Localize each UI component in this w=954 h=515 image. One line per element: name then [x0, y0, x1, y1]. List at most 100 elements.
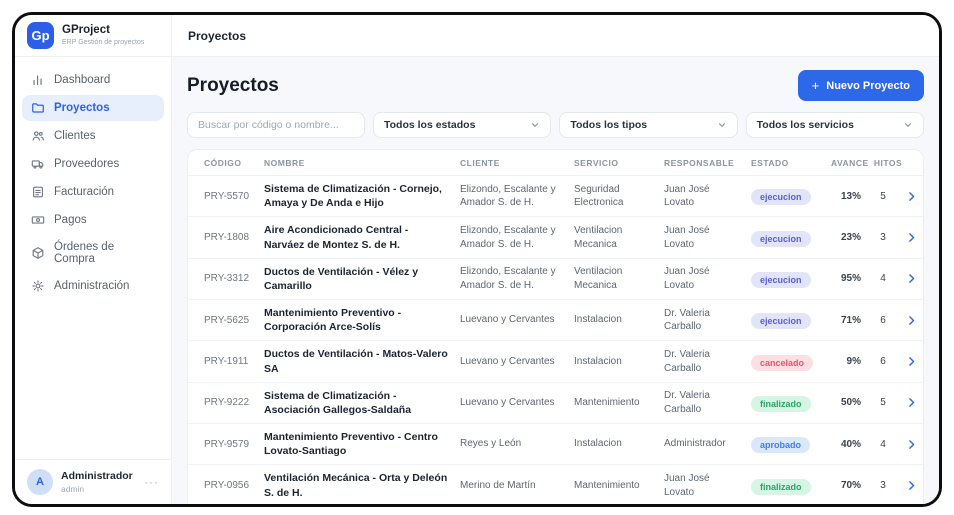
row-chevron-right-icon[interactable]: [905, 272, 922, 285]
project-milestones: 6: [880, 314, 886, 326]
column-header-responsable: RESPONSABLE: [664, 157, 735, 168]
sidebar-item-ordenes-de-compra[interactable]: Órdenes de Compra: [22, 235, 164, 271]
project-name: Ventilación Mecánica - Orta y Deleón S. …: [264, 472, 448, 499]
topbar-title: Proyectos: [188, 28, 247, 43]
row-chevron-right-icon[interactable]: [905, 396, 922, 409]
project-client: Elizondo, Escalante y Amador S. de H.: [460, 183, 556, 209]
project-client: Reyes y León: [460, 438, 522, 450]
sidebar-item-clientes[interactable]: Clientes: [22, 123, 164, 149]
column-header-servicio: SERVICIO: [574, 157, 619, 168]
user-menu-button[interactable]: ···: [144, 475, 159, 489]
sidebar-item-label: Dashboard: [54, 74, 111, 86]
project-code: PRY-0956: [204, 480, 250, 492]
project-service: Instalacion: [574, 314, 622, 326]
project-code: PRY-9222: [204, 397, 250, 409]
project-name: Mantenimiento Preventivo - Centro Lovato…: [264, 431, 438, 458]
brand: Gp GProject ERP Gestión de proyectos: [15, 15, 171, 57]
row-chevron-right-icon[interactable]: [905, 231, 922, 244]
gear-icon: [31, 279, 45, 293]
project-service: Ventilacion Mecanica: [574, 266, 623, 291]
column-header-codigo: CÓDIGO: [204, 157, 242, 168]
project-code: PRY-5625: [204, 314, 250, 326]
project-milestones: 6: [880, 356, 886, 368]
filter-bar: Todos los estados Todos los tipos Todos …: [187, 112, 924, 138]
service-filter-select[interactable]: Todos los servicios: [745, 112, 924, 138]
plus-icon: +: [811, 78, 820, 93]
table-row[interactable]: PRY-1808 Aire Acondicionado Central - Na…: [188, 217, 923, 259]
project-milestones: 3: [880, 480, 886, 492]
column-header-nombre: NOMBRE: [264, 157, 305, 168]
project-progress: 95%: [840, 273, 861, 285]
sidebar-item-proveedores[interactable]: Proveedores: [22, 151, 164, 177]
project-name: Sistema de Climatización - Cornejo, Amay…: [264, 183, 442, 210]
row-chevron-right-icon[interactable]: [905, 190, 922, 203]
project-service: Ventilacion Mecanica: [574, 225, 623, 250]
row-chevron-right-icon[interactable]: [905, 314, 922, 327]
user-name: Administrador: [61, 470, 133, 483]
column-header-hitos: HITOS: [873, 157, 903, 168]
sidebar-item-administracion[interactable]: Administración: [22, 273, 164, 299]
table-row[interactable]: PRY-9579 Mantenimiento Preventivo - Cent…: [188, 424, 923, 466]
project-progress: 13%: [840, 190, 861, 202]
row-chevron-right-icon[interactable]: [905, 438, 922, 451]
table-row[interactable]: PRY-5625 Mantenimiento Preventivo - Corp…: [188, 300, 923, 342]
app-window: Gp GProject ERP Gestión de proyectos Das…: [12, 12, 942, 507]
table-row[interactable]: PRY-0956 Ventilación Mecánica - Orta y D…: [188, 465, 923, 504]
project-client: Elizondo, Escalante y Amador S. de H.: [460, 266, 556, 291]
project-code: PRY-1808: [204, 232, 250, 244]
sidebar-item-facturacion[interactable]: Facturación: [22, 179, 164, 205]
table-body: PRY-5570 Sistema de Climatización - Corn…: [188, 176, 923, 504]
user-box: A Administrador admin ···: [15, 459, 171, 504]
project-milestones: 4: [880, 273, 886, 285]
bar-chart-icon: [31, 73, 45, 87]
folder-icon: [31, 101, 45, 115]
status-filter-value: Todos los estados: [384, 119, 476, 131]
project-client: Luevano y Cervantes: [460, 314, 555, 326]
type-filter-select[interactable]: Todos los tipos: [559, 112, 738, 138]
new-project-button[interactable]: + Nuevo Proyecto: [797, 70, 924, 101]
project-milestones: 5: [880, 190, 886, 202]
table-row[interactable]: PRY-5570 Sistema de Climatización - Corn…: [188, 176, 923, 218]
project-service: Seguridad Electronica: [574, 183, 624, 209]
project-progress: 40%: [840, 438, 861, 450]
sidebar-item-label: Administración: [54, 280, 130, 292]
project-name: Sistema de Climatización - Asociación Ga…: [264, 389, 412, 416]
project-progress: 70%: [840, 480, 861, 492]
project-progress: 50%: [840, 397, 861, 409]
row-chevron-right-icon[interactable]: [905, 479, 922, 492]
table-row[interactable]: PRY-1911 Ductos de Ventilación - Matos-V…: [188, 341, 923, 383]
brand-subtitle: ERP Gestión de proyectos: [62, 38, 145, 46]
table-row[interactable]: PRY-9222 Sistema de Climatización - Asoc…: [188, 382, 923, 425]
table-row[interactable]: PRY-3312 Ductos de Ventilación - Vélez y…: [188, 258, 923, 301]
project-responsible: Juan José Lovato: [664, 183, 710, 209]
brand-name: GProject: [62, 24, 110, 37]
project-responsible: Dr. Valeria Carballo: [664, 390, 710, 415]
chevron-down-icon: [903, 120, 913, 130]
sidebar-item-proyectos[interactable]: Proyectos: [22, 95, 164, 121]
status-badge: finalizado: [751, 478, 811, 495]
status-badge: ejecucion: [751, 189, 811, 206]
sidebar-item-label: Facturación: [54, 186, 115, 198]
project-service: Instalacion: [574, 355, 622, 367]
sidebar-item-dashboard[interactable]: Dashboard: [22, 67, 164, 93]
search-input[interactable]: [187, 112, 365, 138]
status-filter-select[interactable]: Todos los estados: [373, 112, 552, 138]
project-progress: 9%: [846, 356, 861, 368]
sidebar-item-label: Clientes: [54, 130, 96, 142]
project-client: Luevano y Cervantes: [460, 355, 555, 367]
status-badge: aprobado: [751, 437, 811, 454]
status-badge: ejecucion: [751, 230, 811, 247]
invoice-icon: [31, 185, 45, 199]
status-badge: ejecucion: [751, 271, 811, 288]
row-chevron-right-icon[interactable]: [905, 355, 922, 368]
project-client: Merino de Martín: [460, 479, 536, 491]
new-project-label: Nuevo Proyecto: [826, 79, 910, 92]
project-code: PRY-5570: [204, 190, 250, 202]
avatar: A: [27, 469, 53, 495]
sidebar-item-label: Proveedores: [54, 158, 120, 170]
main-area: Proyectos Proyectos + Nuevo Proyecto Tod…: [172, 15, 939, 504]
project-name: Mantenimiento Preventivo - Corporación A…: [264, 307, 402, 334]
sidebar-item-pagos[interactable]: Pagos: [22, 207, 164, 233]
project-milestones: 5: [880, 397, 886, 409]
column-header-estado: ESTADO: [751, 157, 789, 168]
